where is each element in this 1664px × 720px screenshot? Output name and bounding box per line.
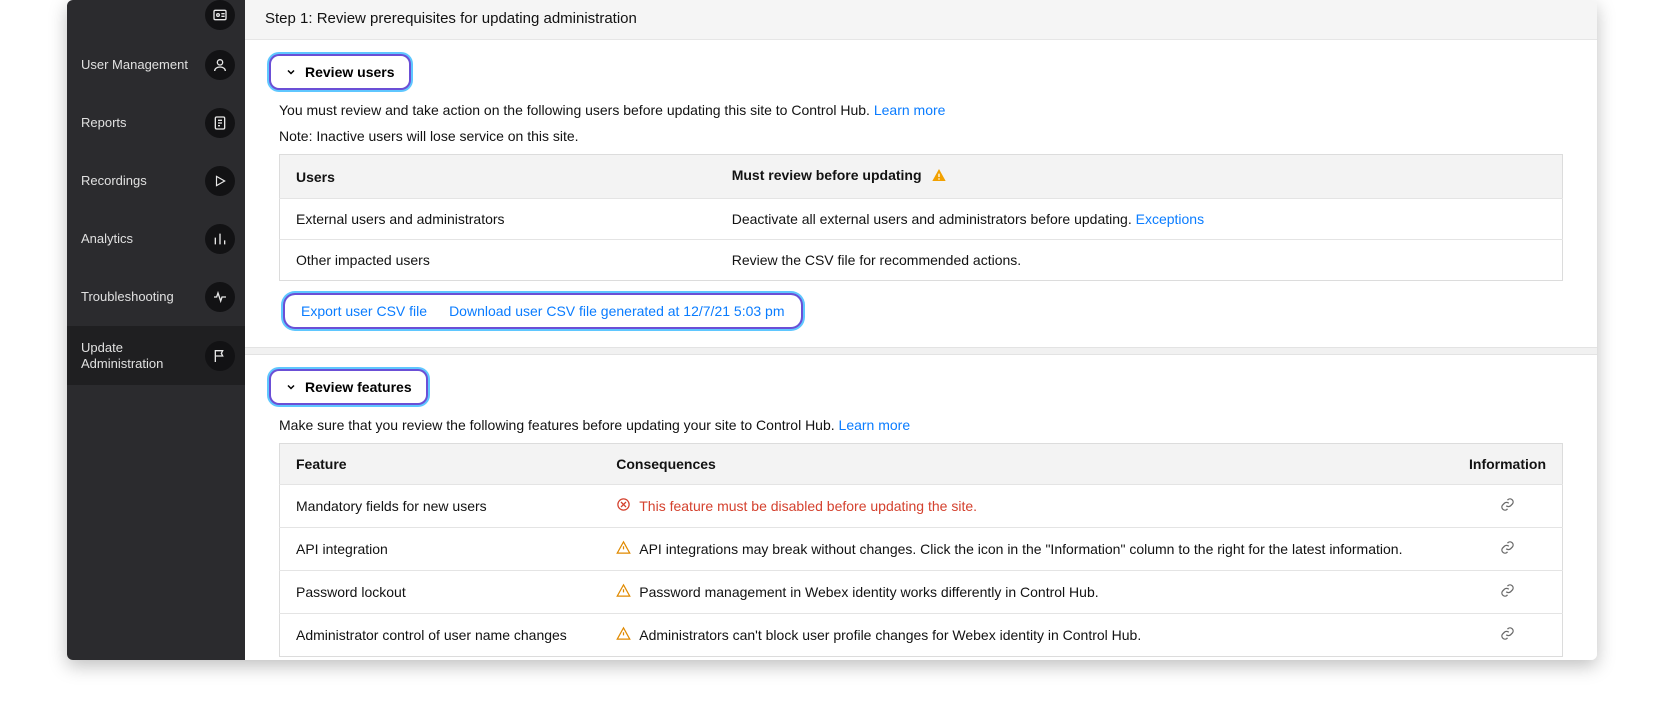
- text: Make sure that you review the following …: [279, 417, 839, 433]
- chevron-down-icon: [285, 66, 297, 78]
- review-features-body: Make sure that you review the following …: [271, 403, 1571, 657]
- features-table: Feature Consequences Information Mandato…: [279, 443, 1563, 657]
- table-row: API integration API integrations may bre…: [280, 528, 1563, 571]
- cell-feature: Administrator control of user name chang…: [280, 614, 601, 657]
- table-row: Password lockout Password management in …: [280, 571, 1563, 614]
- text: This feature must be disabled before upd…: [639, 498, 977, 514]
- document-icon: [205, 108, 235, 138]
- sidebar-item-top[interactable]: [67, 0, 245, 36]
- cell-user-type: Other impacted users: [280, 240, 716, 281]
- cell-consequence: This feature must be disabled before upd…: [600, 485, 1452, 528]
- sidebar-item-analytics[interactable]: Analytics: [67, 210, 245, 268]
- user-card-icon: [205, 0, 235, 30]
- col-must-review-label: Must review before updating: [732, 167, 922, 183]
- warning-icon: [616, 540, 631, 558]
- table-row: Administrator control of user name chang…: [280, 614, 1563, 657]
- review-users-note: Note: Inactive users will lose service o…: [279, 128, 1563, 144]
- section-review-users: Review users You must review and take ac…: [245, 40, 1597, 337]
- exceptions-link[interactable]: Exceptions: [1136, 211, 1204, 227]
- cell-consequence: Administrators can't block user profile …: [600, 614, 1452, 657]
- sidebar-item-troubleshooting[interactable]: Troubleshooting: [67, 268, 245, 326]
- text: Administrators can't block user profile …: [639, 627, 1141, 643]
- learn-more-link[interactable]: Learn more: [874, 102, 946, 118]
- sidebar-item-label: Recordings: [81, 173, 205, 189]
- sidebar: User Management Reports Recordings Analy…: [67, 0, 245, 660]
- sidebar-item-update-administration[interactable]: Update Administration: [67, 326, 245, 385]
- review-features-toggle[interactable]: Review features: [271, 371, 426, 403]
- link-icon[interactable]: [1500, 585, 1515, 601]
- sidebar-item-reports[interactable]: Reports: [67, 94, 245, 152]
- review-users-toggle[interactable]: Review users: [271, 56, 409, 88]
- review-users-intro: You must review and take action on the f…: [279, 102, 1563, 118]
- flag-icon: [205, 341, 235, 371]
- cell-action: Deactivate all external users and admini…: [716, 199, 1563, 240]
- cell-info: [1453, 571, 1563, 614]
- review-features-intro: Make sure that you review the following …: [279, 417, 1563, 433]
- sidebar-item-label: User Management: [81, 57, 205, 73]
- users-table: Users Must review before updating Exter: [279, 154, 1563, 281]
- table-row: Mandatory fields for new users This feat…: [280, 485, 1563, 528]
- cell-user-type: External users and administrators: [280, 199, 716, 240]
- col-users: Users: [280, 155, 716, 199]
- cell-info: [1453, 614, 1563, 657]
- chevron-down-icon: [285, 381, 297, 393]
- sidebar-item-label: Reports: [81, 115, 205, 131]
- warning-icon: [616, 583, 631, 601]
- cell-action: Review the CSV file for recommended acti…: [716, 240, 1563, 281]
- play-icon: [205, 166, 235, 196]
- col-information: Information: [1453, 444, 1563, 485]
- table-row: External users and administrators Deacti…: [280, 199, 1563, 240]
- text: API integrations may break without chang…: [639, 541, 1402, 557]
- link-icon[interactable]: [1500, 542, 1515, 558]
- col-consequences: Consequences: [600, 444, 1452, 485]
- main-content: Step 1: Review prerequisites for updatin…: [245, 0, 1597, 660]
- user-icon: [205, 50, 235, 80]
- pulse-icon: [205, 282, 235, 312]
- table-row: Other impacted users Review the CSV file…: [280, 240, 1563, 281]
- sidebar-item-user-management[interactable]: User Management: [67, 36, 245, 94]
- section-divider: [245, 347, 1597, 355]
- link-icon[interactable]: [1500, 628, 1515, 644]
- cell-consequence: API integrations may break without chang…: [600, 528, 1452, 571]
- link-icon[interactable]: [1500, 499, 1515, 515]
- bars-icon: [205, 224, 235, 254]
- cell-feature: Password lockout: [280, 571, 601, 614]
- sidebar-item-label: Troubleshooting: [81, 289, 205, 305]
- text: Review the CSV file for recommended acti…: [732, 252, 1021, 268]
- accordion-title: Review features: [305, 379, 412, 395]
- cell-info: [1453, 485, 1563, 528]
- col-feature: Feature: [280, 444, 601, 485]
- cell-consequence: Password management in Webex identity wo…: [600, 571, 1452, 614]
- text: Password management in Webex identity wo…: [639, 584, 1098, 600]
- cell-info: [1453, 528, 1563, 571]
- text: You must review and take action on the f…: [279, 102, 874, 118]
- learn-more-link[interactable]: Learn more: [839, 417, 911, 433]
- step-header: Step 1: Review prerequisites for updatin…: [245, 0, 1597, 40]
- text: Deactivate all external users and admini…: [732, 211, 1136, 227]
- download-csv-link[interactable]: Download user CSV file generated at 12/7…: [449, 303, 784, 319]
- sidebar-item-label: Update Administration: [81, 340, 205, 371]
- section-review-features: Review features Make sure that you revie…: [245, 355, 1597, 660]
- warning-icon: [931, 167, 947, 186]
- csv-actions: Export user CSV file Download user CSV f…: [285, 295, 801, 327]
- accordion-title: Review users: [305, 64, 395, 80]
- cell-feature: Mandatory fields for new users: [280, 485, 601, 528]
- warning-icon: [616, 626, 631, 644]
- review-users-body: You must review and take action on the f…: [271, 88, 1571, 333]
- cell-feature: API integration: [280, 528, 601, 571]
- sidebar-item-recordings[interactable]: Recordings: [67, 152, 245, 210]
- error-icon: [616, 497, 631, 515]
- export-csv-link[interactable]: Export user CSV file: [301, 303, 427, 319]
- col-must-review: Must review before updating: [716, 155, 1563, 199]
- app-window: User Management Reports Recordings Analy…: [67, 0, 1597, 660]
- sidebar-item-label: Analytics: [81, 231, 205, 247]
